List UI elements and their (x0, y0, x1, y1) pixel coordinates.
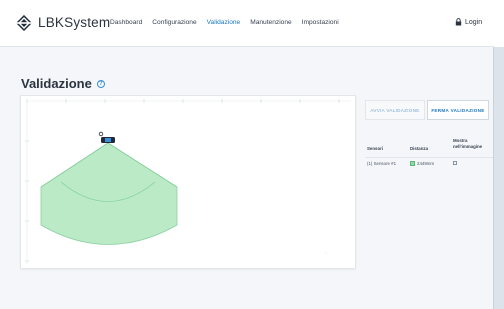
lock-icon (455, 18, 462, 26)
login-button[interactable]: Login (455, 18, 482, 26)
page-title-text: Validazione (21, 76, 92, 91)
topbar-extension (494, 0, 504, 47)
logo-icon (16, 15, 32, 31)
main-nav: Dashboard Configurazione Validazione Man… (110, 19, 339, 26)
login-label: Login (465, 18, 483, 26)
detection-field (40, 142, 178, 245)
canvas-scale-mark: ◦ (325, 250, 327, 255)
col-sensor: Sensori (367, 146, 384, 151)
col-distance: Distanza (410, 146, 429, 151)
top-navbar: LBKSystem Dashboard Configurazione Valid… (0, 0, 494, 47)
help-icon[interactable]: ? (96, 79, 105, 88)
nav-item-configurazione[interactable]: Configurazione (152, 19, 196, 26)
distance-color-swatch (410, 161, 415, 166)
stop-validation-button[interactable]: FERMA VALIDAZIONE (427, 100, 489, 120)
row-distance: 2449mm (417, 161, 435, 166)
sensor-field-canvas[interactable]: ◦ (21, 96, 357, 270)
page-title: Validazione ? (21, 76, 105, 91)
row-sensor: (1) Sensore #1 (367, 161, 397, 166)
start-validation-button[interactable]: AVVIA VALIDAZIONE (365, 100, 425, 120)
nav-item-validazione[interactable]: Validazione (207, 19, 241, 26)
table-row[interactable]: (1) Sensore #1 2449mm (365, 158, 493, 170)
brand-name: LBKSystem (38, 15, 111, 30)
app-window: LBKSystem Dashboard Configurazione Valid… (0, 0, 494, 309)
nav-item-dashboard[interactable]: Dashboard (110, 19, 142, 26)
sensor-target-icon (98, 131, 104, 137)
nav-item-manutenzione[interactable]: Manutenzione (250, 19, 291, 26)
sensor-view-panel: ◦ (20, 95, 356, 269)
sensor-table: Sensori Distanza Mostra nell'immagine (1… (365, 136, 493, 170)
sensor-table-header: Sensori Distanza Mostra nell'immagine (365, 136, 493, 158)
checkbox-icon (453, 161, 457, 165)
sensor-lens (105, 138, 111, 142)
col-show: Mostra nell'immagine (453, 138, 483, 149)
nav-item-impostazioni[interactable]: Impostazioni (302, 19, 339, 26)
row-distance-cell: 2449mm (410, 161, 434, 166)
show-in-image-checkbox[interactable] (453, 161, 457, 166)
